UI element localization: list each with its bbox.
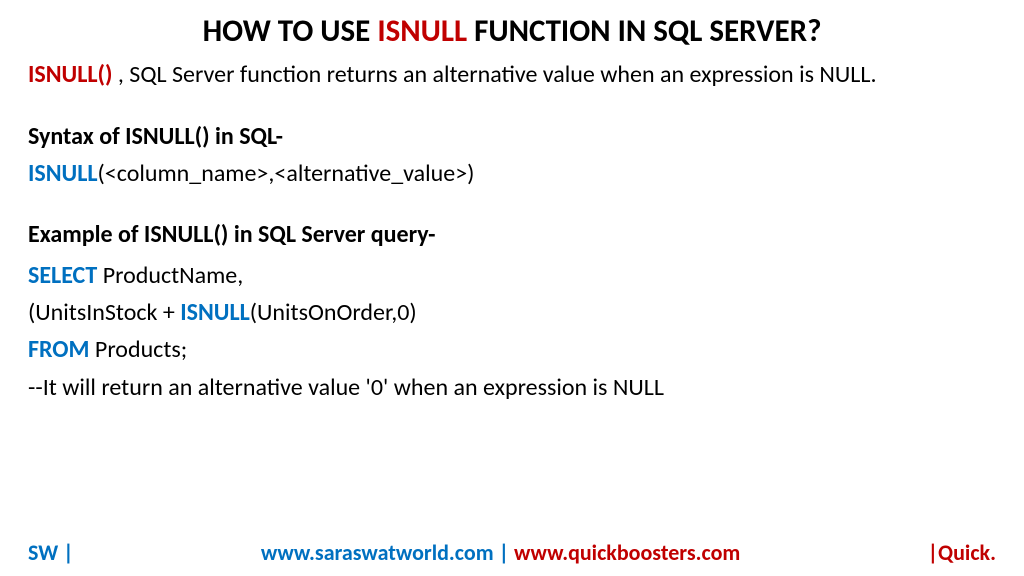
syntax-args: (<column_name>,<alternative_value>) [98,159,475,188]
code-line-1-rest: ProductName, [97,261,243,290]
intro-paragraph: ISNULL() , SQL Server function returns a… [28,60,996,90]
code-line-2: (UnitsInStock + ISNULL(UnitsOnOrder,0) [28,294,996,331]
code-line-3: FROM Products; [28,331,996,368]
syntax-keyword: ISNULL [28,159,98,188]
code-line-3-rest: Products; [90,335,188,364]
title-post: FUNCTION IN SQL SERVER? [467,12,821,50]
code-line-2-post: (UnitsOnOrder,0) [250,298,417,327]
from-keyword: FROM [28,335,90,364]
footer-url-1: www.saraswatworld.com | [261,539,514,566]
title-highlight: ISNULL [377,12,467,50]
intro-func: ISNULL() [28,60,112,89]
footer-center: www.saraswatworld.com | www.quickbooster… [261,539,740,566]
footer-right: |Quick. [928,539,996,566]
code-line-4: --It will return an alternative value '0… [28,369,996,406]
select-keyword: SELECT [28,261,97,290]
syntax-heading: Syntax of ISNULL() in SQL- [28,122,996,151]
syntax-line: ISNULL(<column_name>,<alternative_value>… [28,159,996,188]
code-line-1: SELECT ProductName, [28,257,996,294]
example-heading: Example of ISNULL() in SQL Server query- [28,220,996,249]
title-pre: HOW TO USE [203,12,378,50]
intro-rest: , SQL Server function returns an alterna… [112,60,876,89]
footer: SW | www.saraswatworld.com | www.quickbo… [28,539,996,566]
footer-left: SW | [28,539,74,566]
page-title: HOW TO USE ISNULL FUNCTION IN SQL SERVER… [28,12,996,50]
code-line-2-pre: (UnitsInStock + [28,298,180,327]
isnull-keyword: ISNULL [180,298,250,327]
footer-url-2: www.quickboosters.com [514,539,740,566]
